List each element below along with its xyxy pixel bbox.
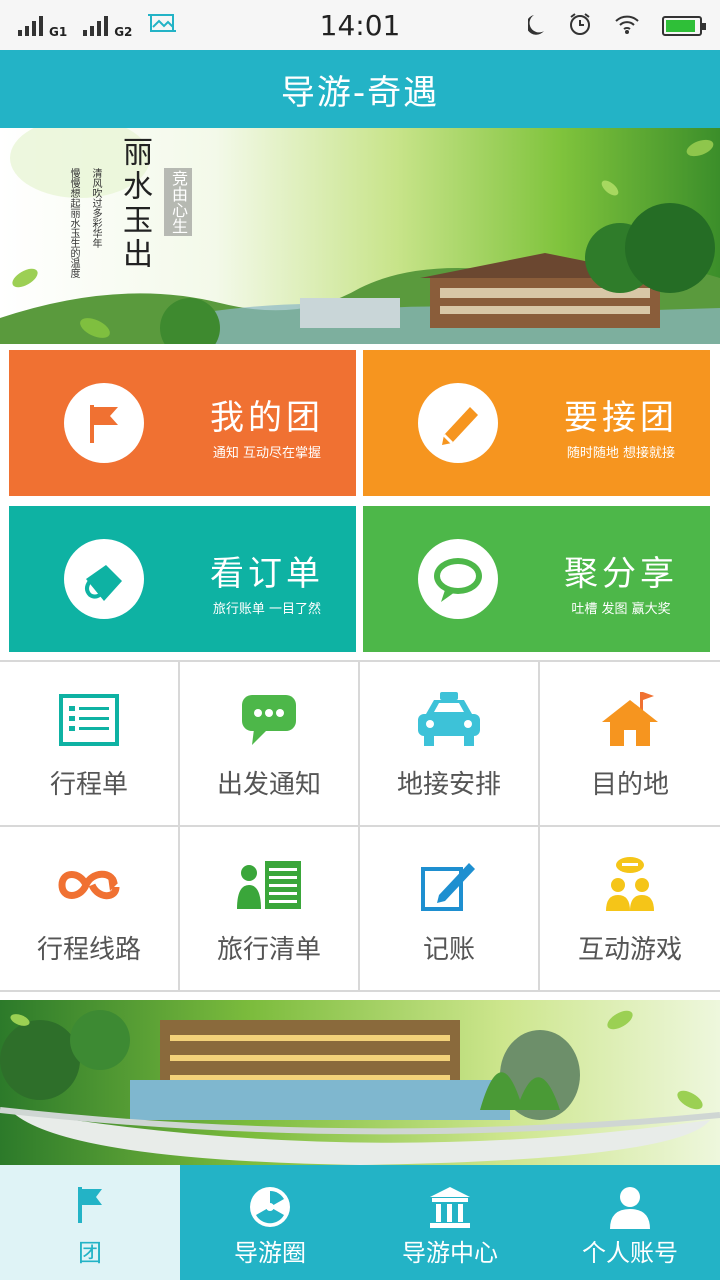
pencil-icon — [418, 383, 498, 463]
clip-icon — [64, 539, 144, 619]
grid-item-local-arrangement[interactable]: 地接安排 — [360, 662, 540, 827]
itinerary-list-icon — [0, 690, 178, 750]
tile-subtitle: 随时随地 想接就接 — [566, 446, 676, 461]
moon-icon — [526, 13, 546, 39]
grid-item-destination[interactable]: 目的地 — [540, 662, 720, 827]
house-flag-icon — [540, 690, 720, 750]
grid-item-label: 地接安排 — [396, 770, 501, 800]
banner-stamp: 竞由心生 — [164, 168, 192, 236]
app-header: 导游-奇遇 — [0, 50, 720, 128]
tab-personal-account[interactable]: 个人账号 — [540, 1165, 720, 1280]
grid-item-label: 旅行清单 — [216, 935, 321, 965]
edit-note-icon — [360, 855, 538, 915]
top-banner[interactable]: 丽水玉出 清风吹过多彩华年 慢慢想起丽水玉生的温度 竞由心生 — [0, 128, 720, 344]
grid-item-label: 互动游戏 — [577, 935, 682, 965]
signal-strength-icon — [18, 14, 43, 36]
radiation-icon — [180, 1185, 360, 1229]
function-grid: 行程单 出发通知 地接安排 目的地 行程线路 旅行清单 记账 互动游戏 — [0, 660, 720, 992]
grid-item-label: 目的地 — [590, 770, 669, 800]
grid-item-label: 行程单 — [49, 770, 128, 800]
tab-label: 团 — [78, 1239, 102, 1267]
status-bar: G1 G2 14:01 — [0, 0, 720, 50]
banner-title: 丽水玉出 — [117, 136, 152, 272]
tile-subtitle: 旅行账单 一目了然 — [212, 602, 322, 617]
tile-my-group[interactable]: 我的团 通知 互动尽在掌握 — [9, 350, 356, 496]
tile-title: 我的团 — [210, 398, 324, 438]
tile-view-orders[interactable]: 看订单 旅行账单 一目了然 — [9, 506, 356, 652]
battery-icon — [662, 16, 706, 36]
grid-item-travel-list[interactable]: 旅行清单 — [180, 827, 360, 992]
user-icon — [540, 1185, 720, 1229]
banner-scenery — [0, 128, 720, 344]
tab-guide-center[interactable]: 导游中心 — [360, 1165, 540, 1280]
flag-icon — [0, 1185, 180, 1229]
signal-strength-icon — [83, 14, 109, 36]
tab-label: 导游中心 — [402, 1239, 498, 1267]
sim2-label: G2 — [114, 25, 133, 39]
grid-item-label: 行程线路 — [36, 935, 141, 965]
sim1-label: G1 — [49, 25, 68, 39]
tile-title: 聚分享 — [564, 554, 678, 594]
tab-group[interactable]: 团 — [0, 1165, 180, 1280]
status-icons — [526, 12, 706, 40]
page-title: 导游-奇遇 — [280, 72, 440, 113]
grid-item-label: 记账 — [422, 935, 475, 965]
tile-subtitle: 通知 互动尽在掌握 — [212, 446, 322, 461]
grid-item-accounting[interactable]: 记账 — [360, 827, 540, 992]
tab-guide-circle[interactable]: 导游圈 — [180, 1165, 360, 1280]
bottom-banner[interactable] — [0, 1000, 720, 1165]
chat-bubble-icon — [180, 690, 358, 750]
banner-scenery — [0, 1010, 720, 1165]
tab-label: 导游圈 — [234, 1239, 306, 1267]
bottom-tab-bar: 团 导游圈 导游中心 个人账号 — [0, 1165, 720, 1280]
tile-accept-group[interactable]: 要接团 随时随地 想接就接 — [363, 350, 710, 496]
tile-title: 看订单 — [210, 554, 324, 594]
people-chat-icon — [540, 855, 720, 915]
tile-share[interactable]: 聚分享 吐槽 发图 赢大奖 — [363, 506, 710, 652]
speech-bubble-icon — [418, 539, 498, 619]
grid-item-itinerary[interactable]: 行程单 — [0, 662, 180, 827]
flag-icon — [64, 383, 144, 463]
signal-group: G1 G2 — [0, 11, 260, 39]
temple-icon — [360, 1185, 540, 1229]
person-list-icon — [180, 855, 358, 915]
app-root: G1 G2 14:01 导游-奇遇 丽水玉出 清风吹过多彩华年 慢慢想起丽水玉生… — [0, 0, 720, 1280]
tab-label: 个人账号 — [582, 1239, 678, 1267]
taxi-icon — [360, 690, 538, 750]
tile-title: 要接团 — [564, 398, 678, 438]
screenshot-icon — [148, 11, 177, 39]
route-loop-icon — [0, 855, 178, 915]
alarm-icon — [568, 12, 592, 40]
grid-item-interactive-game[interactable]: 互动游戏 — [540, 827, 720, 992]
banner-tagline: 清风吹过多彩华年 — [90, 168, 101, 248]
wifi-icon — [614, 13, 640, 39]
grid-item-route[interactable]: 行程线路 — [0, 827, 180, 992]
banner-subline: 慢慢想起丽水玉生的温度 — [68, 168, 79, 278]
tile-subtitle: 吐槽 发图 赢大奖 — [571, 602, 671, 617]
grid-item-label: 出发通知 — [216, 770, 321, 800]
grid-item-departure-notice[interactable]: 出发通知 — [180, 662, 360, 827]
